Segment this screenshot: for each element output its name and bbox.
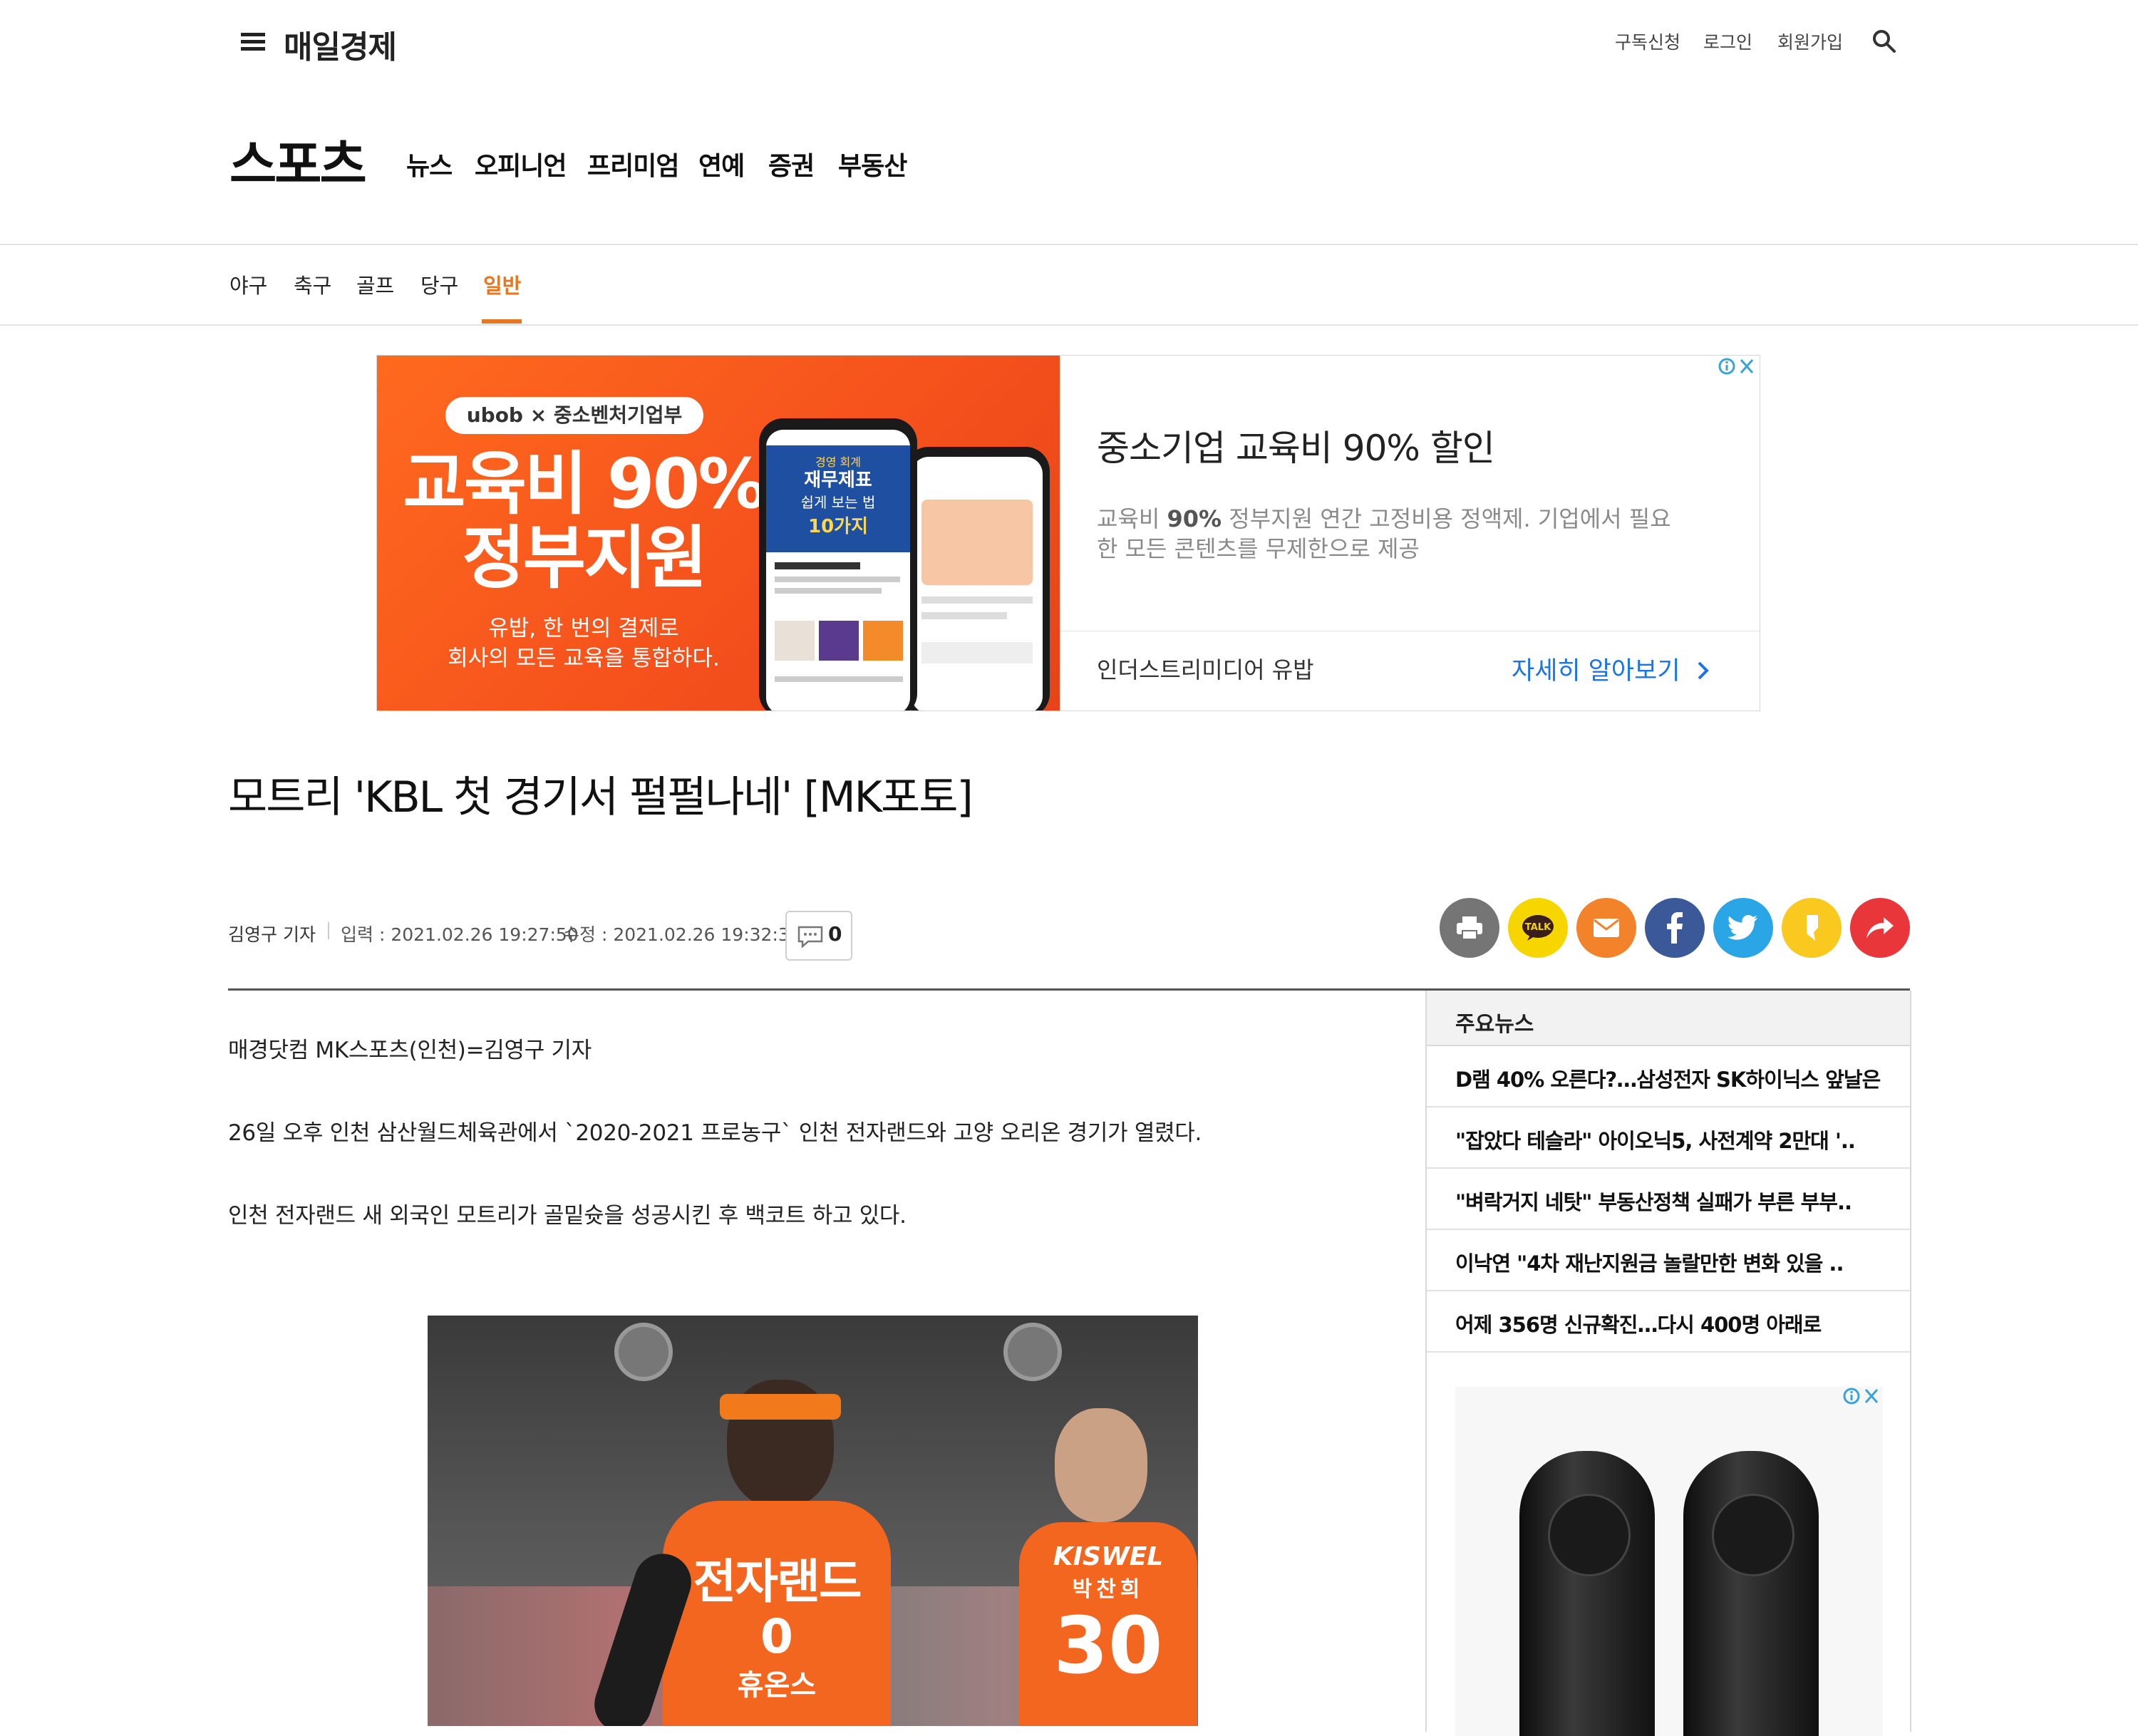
- ad-description: 교육비 90% 정부지원 연간 고정비용 정액제. 기업에서 필요한 모든 콘텐…: [1097, 505, 1671, 562]
- subscribe-link[interactable]: 구독신청: [1615, 29, 1680, 54]
- kakaotalk-icon: TALK: [1522, 915, 1554, 941]
- site-logo[interactable]: 매일경제: [284, 21, 397, 67]
- nav-divider: [0, 244, 2138, 245]
- ad-subtext: 유밥, 한 번의 결제로 회사의 모든 교육을 통합하다.: [448, 616, 720, 671]
- subnav-soccer[interactable]: 축구: [294, 269, 331, 299]
- chevron-right-icon: [1698, 661, 1709, 680]
- ad-choices-icon[interactable]: [1717, 357, 1757, 376]
- comment-icon: [797, 926, 823, 948]
- share-arrow-icon: [1866, 917, 1894, 939]
- share-button[interactable]: [1850, 898, 1910, 958]
- svg-text:TALK: TALK: [1525, 922, 1551, 933]
- article-photo[interactable]: 전자랜드 0 휴온스 KISWEL 박찬희 30: [428, 1316, 1198, 1726]
- subnav-baseball[interactable]: 야구: [229, 269, 267, 299]
- ad-image[interactable]: ubob × 중소벤처기업부 교육비 90% 정부지원 유밥, 한 번의 결제로 회…: [377, 356, 1060, 711]
- kakaotalk-button[interactable]: TALK: [1508, 898, 1568, 958]
- headband: [720, 1394, 841, 1420]
- nav-opinion[interactable]: 오피니언: [475, 145, 567, 182]
- ad-advertiser: 인더스트리미디어 유밥: [1097, 656, 1314, 683]
- search-icon[interactable]: [1871, 29, 1897, 54]
- facebook-button[interactable]: [1645, 898, 1705, 958]
- article-input-date: 입력 : 2021.02.26 19:27:50: [341, 924, 579, 945]
- print-button[interactable]: [1440, 898, 1499, 958]
- jersey-electroland: 전자랜드 0 휴온스: [663, 1501, 891, 1726]
- top-news-item[interactable]: 이낙연 "4차 재난지원금 놀랄만한 변화 있을 ..: [1427, 1230, 1910, 1291]
- nav-realestate[interactable]: 부동산: [838, 145, 907, 182]
- article-byline: 매경닷컴 MK스포츠(인천)=김영구 기자: [228, 1038, 592, 1063]
- subnav-golf[interactable]: 골프: [356, 269, 394, 299]
- player-head: [1055, 1408, 1147, 1522]
- top-news-item[interactable]: D램 40% 오른다?…삼성전자 SK하이닉스 앞날은: [1427, 1046, 1910, 1107]
- section-title[interactable]: 스포츠: [229, 123, 367, 197]
- nav-premium[interactable]: 프리미엄: [587, 145, 679, 182]
- active-tab-indicator: [482, 319, 522, 324]
- loafer-right: [1683, 1451, 1819, 1736]
- ad-title[interactable]: 중소기업 교육비 90% 할인: [1097, 420, 1495, 471]
- ad-phone-book-cover: 경영 회계 재무제표 쉽게 보는 법 10가지: [766, 445, 910, 552]
- kakaostory-button[interactable]: [1782, 898, 1842, 958]
- article-paragraph: 26일 오후 인천 삼산월드체육관에서 `2020-2021 프로농구` 인천 …: [228, 1120, 1202, 1146]
- subnav-billiards[interactable]: 당구: [420, 269, 458, 299]
- jersey-kiswel: KISWEL 박찬희 30: [1019, 1522, 1197, 1726]
- article-author[interactable]: 김영구 기자: [228, 921, 316, 946]
- email-button[interactable]: [1576, 898, 1636, 958]
- menu-icon[interactable]: [241, 31, 265, 53]
- comment-button[interactable]: 0: [785, 911, 852, 961]
- signup-link[interactable]: 회원가입: [1777, 29, 1843, 54]
- facebook-icon: [1667, 912, 1683, 944]
- ad-brand-logo: ubob × 중소벤처기업부: [445, 397, 703, 434]
- twitter-icon: [1728, 915, 1757, 940]
- sidebar-ad[interactable]: [1455, 1387, 1883, 1736]
- article-title: 모트리 'KBL 첫 경기서 펄펄나네' [MK포토]: [228, 773, 974, 822]
- subnav-general[interactable]: 일반: [483, 269, 521, 299]
- nav-news[interactable]: 뉴스: [406, 145, 453, 182]
- article-paragraph: 인천 전자랜드 새 외국인 모트리가 골밑슛을 성공시킨 후 백코트 하고 있다…: [228, 1203, 907, 1229]
- print-icon: [1457, 916, 1482, 940]
- nav-entertainment[interactable]: 연예: [698, 145, 745, 182]
- twitter-button[interactable]: [1713, 898, 1773, 958]
- sidebar-header: 주요뉴스: [1427, 991, 1910, 1046]
- login-link[interactable]: 로그인: [1703, 29, 1752, 54]
- sidebar: 주요뉴스 D램 40% 오른다?…삼성전자 SK하이닉스 앞날은 "잡았다 테슬…: [1425, 991, 1911, 1736]
- comment-count: 0: [828, 922, 842, 946]
- article-update-date: 수정 : 2021.02.26 19:32:32: [563, 924, 801, 945]
- top-news-item[interactable]: "벼락거지 네탓" 부동산정책 실패가 부른 부부..: [1427, 1169, 1910, 1230]
- nav-stock[interactable]: 증권: [768, 145, 815, 182]
- subnav-divider: [0, 324, 2138, 326]
- top-news-item[interactable]: 어제 356명 신규확진…다시 400명 아래로: [1427, 1291, 1910, 1353]
- ad-cta-button[interactable]: 자세히 알아보기: [1512, 651, 1710, 687]
- ad-banner[interactable]: ubob × 중소벤처기업부 교육비 90% 정부지원 유밥, 한 번의 결제로 회…: [376, 355, 1760, 711]
- meta-separator: [328, 922, 329, 939]
- loafer-left: [1519, 1451, 1655, 1736]
- ad-phone-back: [904, 447, 1050, 711]
- ad-phone-front: 경영 회계 재무제표 쉽게 보는 법 10가지: [759, 418, 917, 711]
- kakaostory-icon: [1807, 915, 1818, 941]
- email-icon: [1594, 919, 1619, 937]
- ad-headline: 교육비 90% 정부지원: [403, 444, 766, 598]
- top-news-item[interactable]: "잡았다 테슬라" 아이오닉5, 사전계약 2만대 '..: [1427, 1107, 1910, 1169]
- sidebar-title: 주요뉴스: [1455, 1012, 1534, 1037]
- ad-choices-icon[interactable]: [1842, 1387, 1881, 1405]
